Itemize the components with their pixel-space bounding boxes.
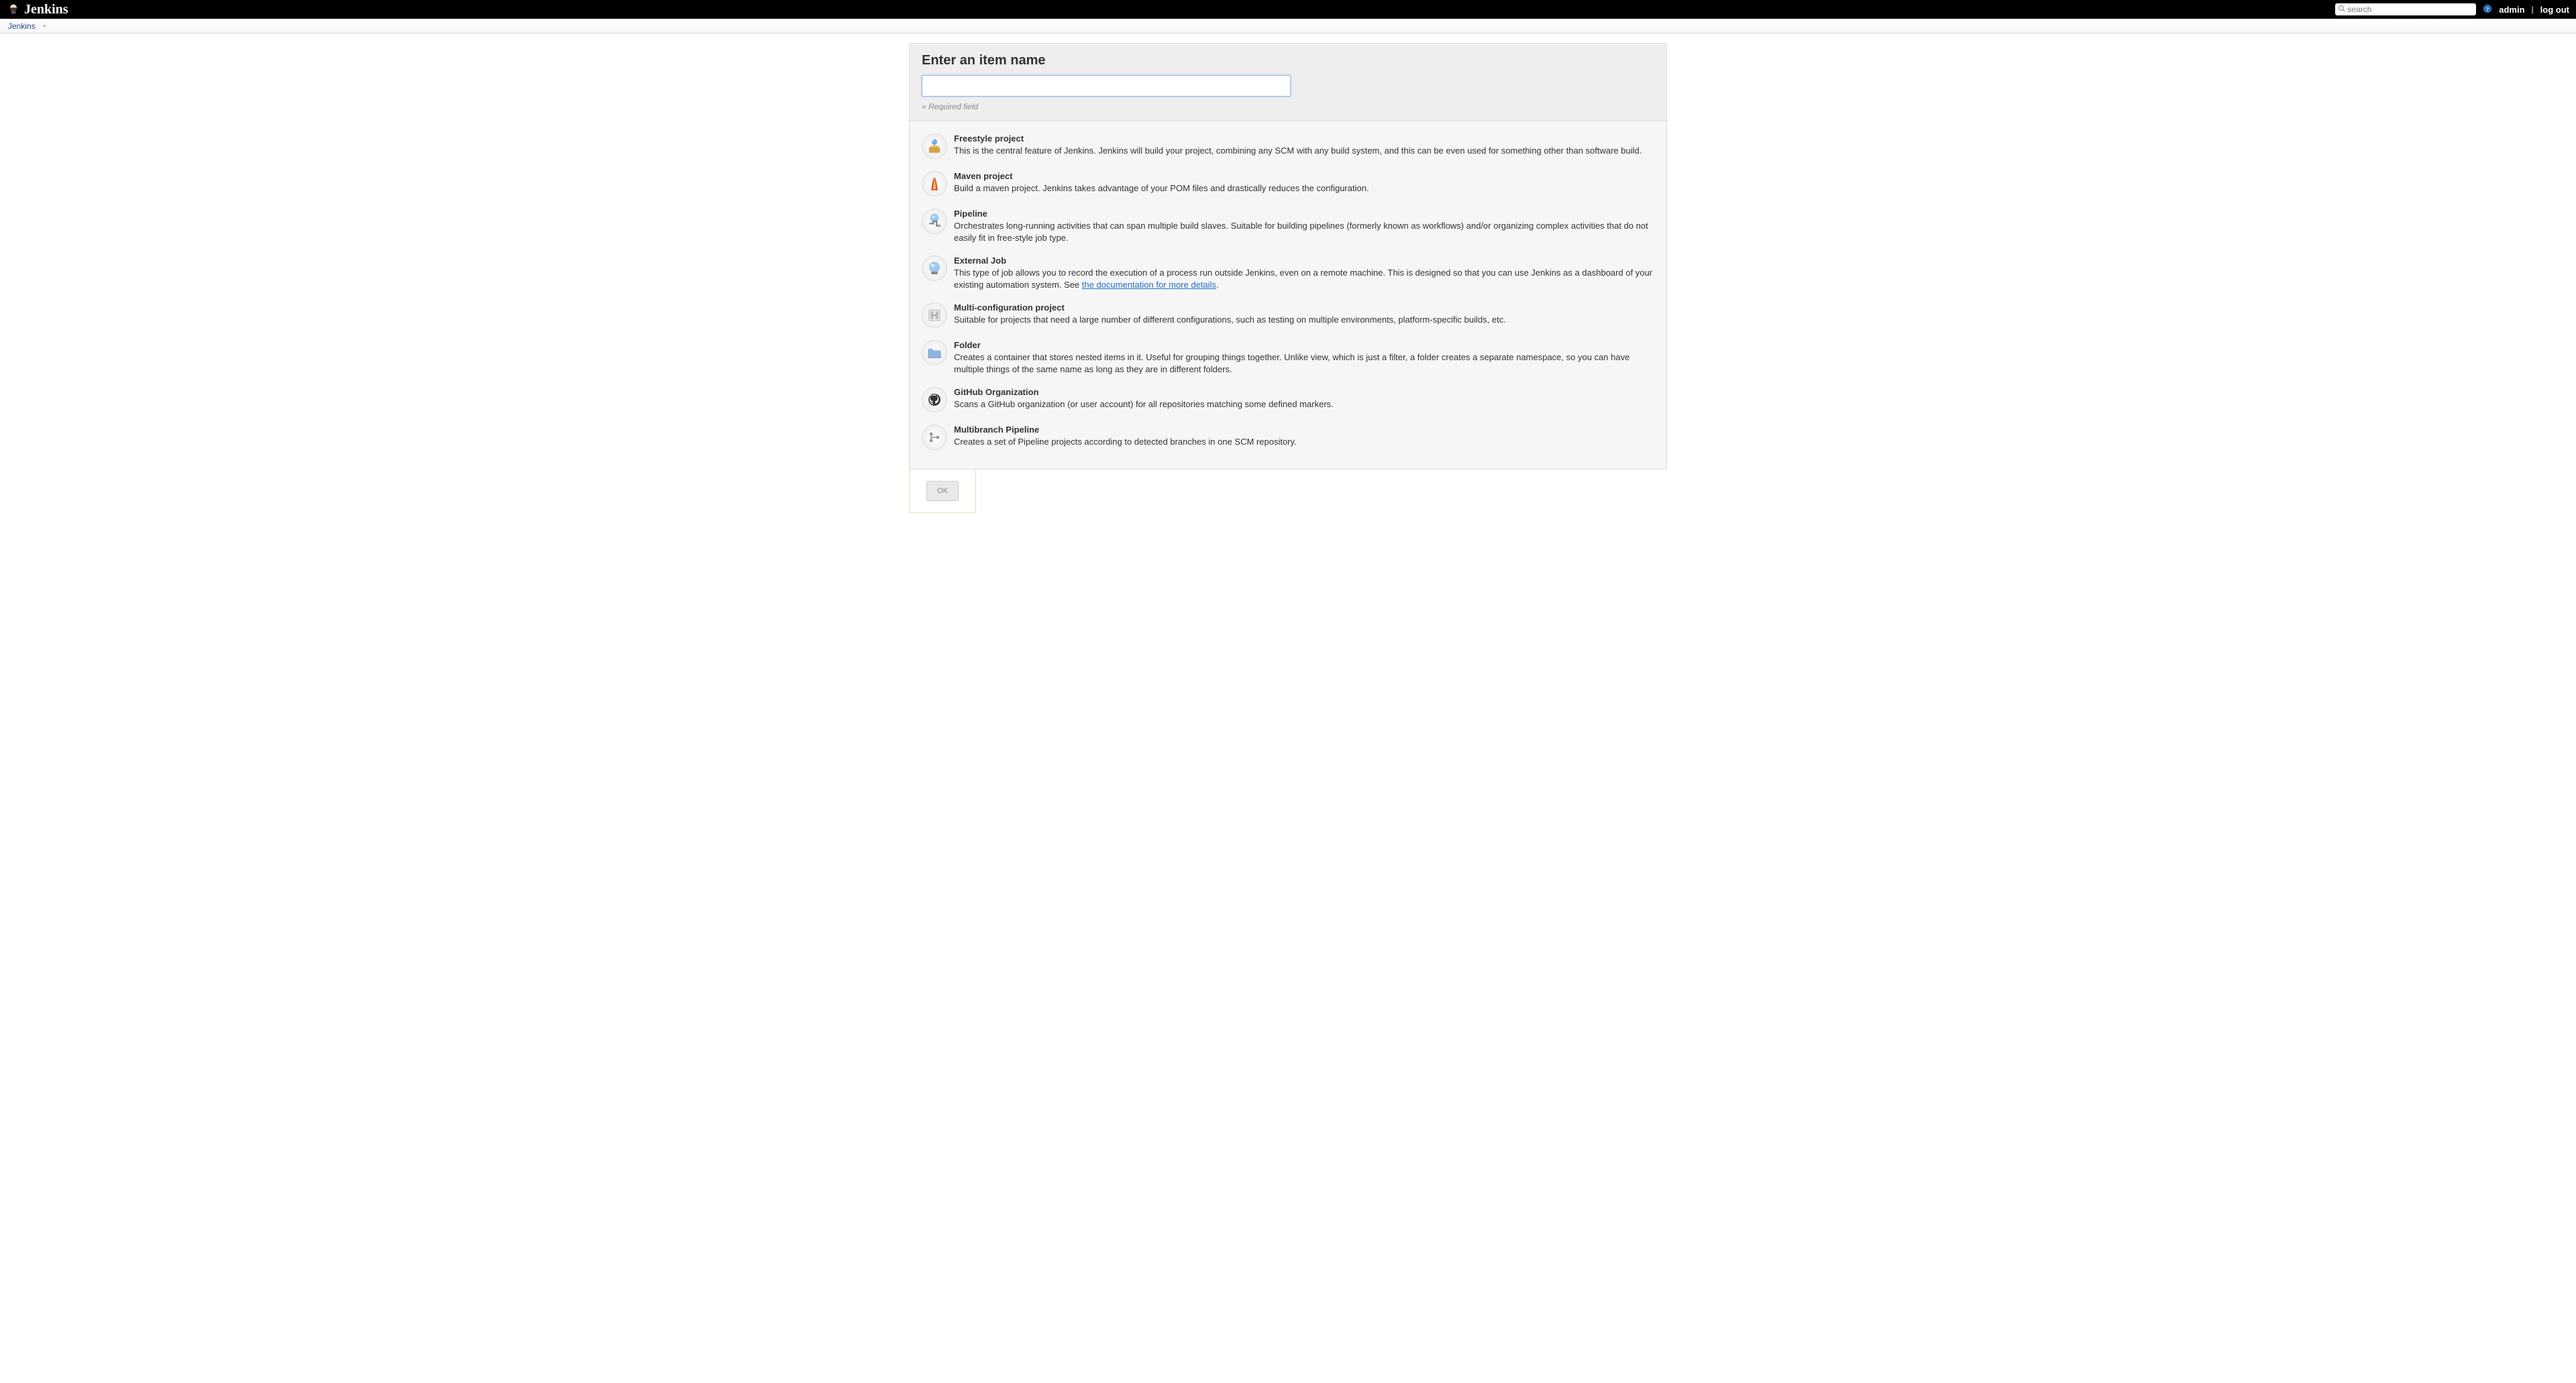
type-title: Maven project	[954, 171, 1654, 181]
svg-text:?: ?	[2486, 5, 2489, 12]
name-section: Enter an item name » Required field	[909, 43, 1667, 121]
type-desc-pre: This type of job allows you to record th…	[954, 268, 1652, 290]
type-desc: Creates a set of Pipeline projects accor…	[954, 436, 1654, 448]
type-title: Folder	[954, 340, 1654, 350]
type-desc: Scans a GitHub organization (or user acc…	[954, 398, 1654, 410]
chevron-right-icon: ▸	[44, 22, 47, 30]
type-title: GitHub Organization	[954, 387, 1654, 397]
type-folder[interactable]: Folder Creates a container that stores n…	[922, 340, 1654, 375]
type-maven[interactable]: Maven project Build a maven project. Jen…	[922, 171, 1654, 197]
header-right: ? admin | log out	[2335, 3, 2569, 15]
type-title: Freestyle project	[954, 133, 1654, 144]
top-header: Jenkins ? admin | log out	[0, 0, 2576, 19]
multiconfig-icon	[922, 302, 947, 328]
type-multibranch[interactable]: Multibranch Pipeline Creates a set of Pi…	[922, 425, 1654, 450]
search-box[interactable]	[2335, 3, 2476, 15]
logo-text: Jenkins	[24, 2, 68, 17]
type-desc: Creates a container that stores nested i…	[954, 351, 1654, 375]
maven-icon	[922, 171, 947, 197]
type-pipeline[interactable]: Pipeline Orchestrates long-running activ…	[922, 209, 1654, 243]
logo[interactable]: Jenkins	[7, 2, 68, 17]
jenkins-logo-icon	[7, 3, 20, 16]
type-title: External Job	[954, 256, 1654, 266]
type-title: Pipeline	[954, 209, 1654, 219]
type-desc: This type of job allows you to record th…	[954, 267, 1654, 290]
search-input[interactable]	[2346, 5, 2473, 14]
ok-button[interactable]: OK	[926, 481, 959, 501]
external-icon	[922, 256, 947, 281]
ok-panel: OK	[909, 469, 976, 513]
page-title: Enter an item name	[922, 53, 1654, 68]
type-desc-post: .	[1216, 280, 1219, 290]
type-github-org[interactable]: GitHub Organization Scans a GitHub organ…	[922, 387, 1654, 412]
type-desc: Orchestrates long-running activities tha…	[954, 220, 1654, 243]
type-desc: Suitable for projects that need a large …	[954, 314, 1654, 326]
folder-icon	[922, 340, 947, 366]
item-name-input[interactable]	[922, 75, 1291, 97]
help-icon[interactable]: ?	[2483, 4, 2492, 15]
type-external[interactable]: External Job This type of job allows you…	[922, 256, 1654, 290]
breadcrumb: Jenkins ▸	[0, 19, 2576, 34]
type-multiconfig[interactable]: Multi-configuration project Suitable for…	[922, 302, 1654, 328]
breadcrumb-root[interactable]: Jenkins	[8, 21, 36, 31]
user-link[interactable]: admin	[2499, 5, 2524, 15]
type-title: Multibranch Pipeline	[954, 425, 1654, 435]
main-wrap: Enter an item name » Required field Free…	[0, 34, 2576, 513]
header-separator: |	[2532, 5, 2534, 14]
multibranch-icon	[922, 425, 947, 450]
pipeline-icon	[922, 209, 947, 234]
search-icon	[2338, 5, 2346, 15]
freestyle-icon	[922, 133, 947, 159]
types-section: Freestyle project This is the central fe…	[909, 121, 1667, 469]
documentation-link[interactable]: the documentation for more details	[1082, 280, 1216, 290]
content-panel: Enter an item name » Required field Free…	[909, 43, 1667, 513]
type-title: Multi-configuration project	[954, 302, 1654, 313]
required-note: » Required field	[922, 102, 1654, 111]
type-desc: Build a maven project. Jenkins takes adv…	[954, 182, 1654, 195]
type-desc: This is the central feature of Jenkins. …	[954, 145, 1654, 157]
type-freestyle[interactable]: Freestyle project This is the central fe…	[922, 133, 1654, 159]
github-icon	[922, 387, 947, 412]
logout-link[interactable]: log out	[2540, 5, 2569, 15]
